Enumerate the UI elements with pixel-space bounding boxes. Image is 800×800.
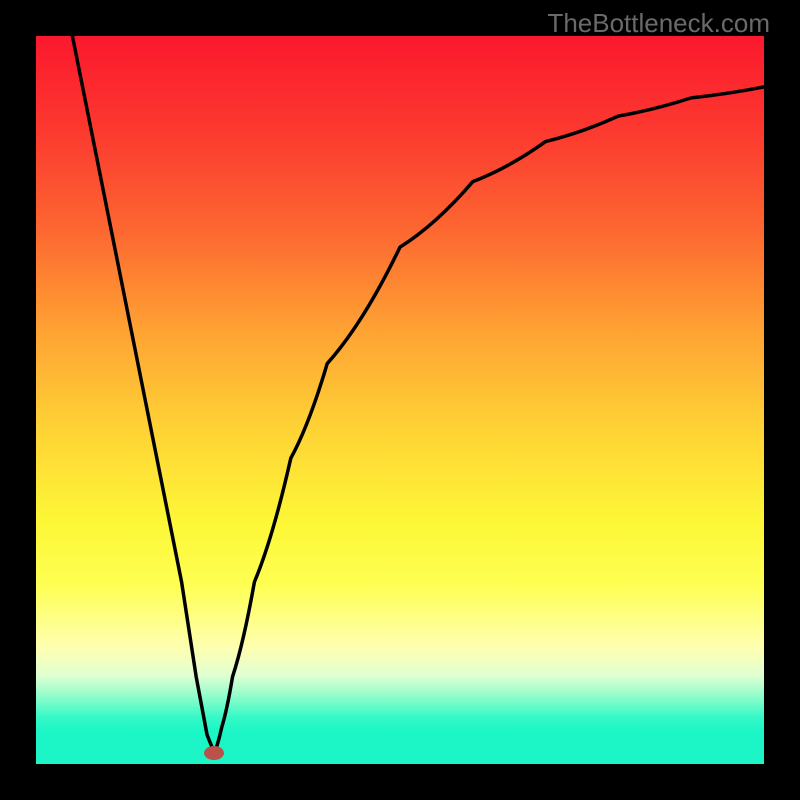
chart-area [36,36,764,764]
curve-minimum-marker [204,746,224,760]
watermark-text: TheBottleneck.com [547,8,770,39]
curve-plot [36,36,764,764]
